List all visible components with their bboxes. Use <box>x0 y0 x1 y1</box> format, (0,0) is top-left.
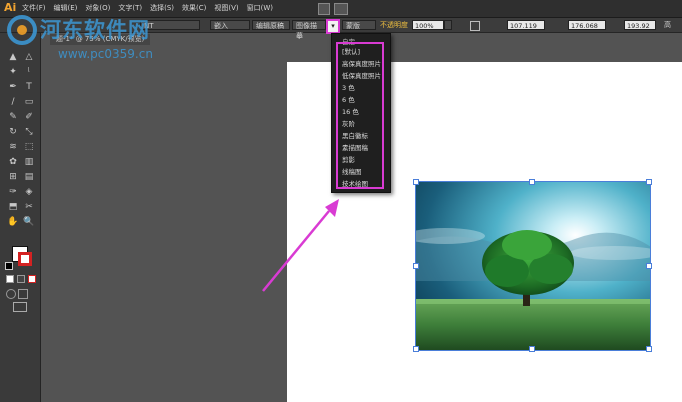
preset-item-sketched-art[interactable]: 素描图稿 <box>342 142 368 152</box>
menu-edit[interactable]: 编辑(E) <box>54 3 78 13</box>
gradient-tool-icon[interactable]: ▤ <box>22 172 36 183</box>
preset-item-6-colors[interactable]: 6 色 <box>342 94 355 104</box>
y-field[interactable]: 176.068 <box>568 20 606 30</box>
menu-file[interactable]: 文件(F) <box>22 3 46 13</box>
draw-inside-icon[interactable] <box>18 289 28 299</box>
hand-tool-icon[interactable]: ✋ <box>6 217 20 228</box>
watermark-url: www.pc0359.cn <box>58 47 153 61</box>
menu-effect[interactable]: 效果(C) <box>182 3 206 13</box>
annotation-arrow <box>262 199 339 292</box>
graph-tool-icon[interactable]: ▥ <box>22 157 36 168</box>
handle-bottom-left[interactable] <box>413 346 419 352</box>
selection-bounding-box[interactable] <box>415 181 651 351</box>
selection-tool-icon[interactable]: ▲ <box>6 52 20 63</box>
app-logo: Ai <box>4 1 17 14</box>
preset-dropdown-button[interactable]: ▾ <box>326 19 340 34</box>
warp-tool-icon[interactable]: ≋ <box>6 142 20 153</box>
type-tool-icon[interactable]: T <box>22 82 36 93</box>
preset-item-bw-logo[interactable]: 黑白徽标 <box>342 130 368 140</box>
symbol-sprayer-icon[interactable]: ✿ <box>6 157 20 168</box>
handle-top-left[interactable] <box>413 179 419 185</box>
pen-tool-icon[interactable]: ✒ <box>6 82 20 93</box>
eyedropper-icon[interactable]: ✑ <box>6 187 20 198</box>
menu-type[interactable]: 文字(T) <box>118 3 142 13</box>
reference-point-icon[interactable] <box>470 21 480 31</box>
none-mode-icon[interactable] <box>28 275 36 283</box>
image-trace-button[interactable]: 图像描摹 <box>292 20 326 40</box>
color-mode-icon[interactable] <box>6 275 14 283</box>
x-field[interactable]: 107.119 <box>507 20 545 30</box>
scale-tool-icon[interactable]: ⤡ <box>22 127 36 138</box>
handle-top-center[interactable] <box>529 179 535 185</box>
arrange-documents-icon[interactable] <box>334 3 348 15</box>
watermark-title: 河东软件网 <box>40 18 150 42</box>
opacity-label[interactable]: 不透明度 <box>380 20 408 30</box>
handle-middle-left[interactable] <box>413 263 419 269</box>
preset-item-silhouettes[interactable]: 剪影 <box>342 154 355 164</box>
opacity-field[interactable]: 100% <box>412 20 444 30</box>
embed-button[interactable]: 嵌入 <box>210 20 250 30</box>
width-field[interactable]: 193.92 <box>624 20 656 30</box>
draw-mode-icon[interactable] <box>6 289 16 299</box>
magic-wand-icon[interactable]: ✦ <box>6 67 20 78</box>
edit-original-button[interactable]: 编辑原稿 <box>252 20 290 30</box>
blend-tool-icon[interactable]: ◈ <box>22 187 36 198</box>
slice-tool-icon[interactable]: ✂ <box>22 202 36 213</box>
rotate-tool-icon[interactable]: ↻ <box>6 127 20 138</box>
pencil-icon[interactable]: ✐ <box>22 112 36 123</box>
preset-item-hifi-photo[interactable]: 高保真度照片 <box>342 58 381 68</box>
height-label: 高 <box>664 21 671 29</box>
menu-view[interactable]: 视图(V) <box>214 3 238 13</box>
line-tool-icon[interactable]: / <box>6 97 20 108</box>
stroke-swatch[interactable] <box>18 252 32 266</box>
direct-selection-tool-icon[interactable]: △ <box>22 52 36 63</box>
menu-window[interactable]: 窗口(W) <box>247 3 273 13</box>
screen-mode-icon[interactable] <box>13 302 27 312</box>
menu-select[interactable]: 选择(S) <box>150 3 174 13</box>
preset-item-grayscale[interactable]: 灰阶 <box>342 118 355 128</box>
preset-list-highlight: [默认] 高保真度照片 低保真度照片 3 色 6 色 16 色 灰阶 黑白徽标 … <box>336 42 384 189</box>
preset-item-lofi-photo[interactable]: 低保真度照片 <box>342 70 381 80</box>
preset-item-3-colors[interactable]: 3 色 <box>342 82 355 92</box>
preset-item-line-art[interactable]: 线稿图 <box>342 166 362 176</box>
handle-bottom-center[interactable] <box>529 346 535 352</box>
menu-items: 文件(F) 编辑(E) 对象(O) 文字(T) 选择(S) 效果(C) 视图(V… <box>22 3 273 13</box>
menu-object[interactable]: 对象(O) <box>85 3 110 13</box>
gradient-mode-icon[interactable] <box>17 275 25 283</box>
free-transform-icon[interactable]: ⬚ <box>22 142 36 153</box>
lasso-icon[interactable]: ᶩ <box>22 67 36 78</box>
preset-item-technical-drawing[interactable]: 技术绘图 <box>342 178 368 188</box>
bridge-icon[interactable] <box>318 3 330 15</box>
preset-item-16-colors[interactable]: 16 色 <box>342 106 359 116</box>
handle-bottom-right[interactable] <box>646 346 652 352</box>
default-colors-icon[interactable] <box>5 262 13 270</box>
artboard-tool-icon[interactable]: ⬒ <box>6 202 20 213</box>
preset-item-default[interactable]: [默认] <box>342 46 360 56</box>
zoom-tool-icon[interactable]: 🔍 <box>22 217 36 228</box>
mesh-tool-icon[interactable]: ⊞ <box>6 172 20 183</box>
handle-middle-right[interactable] <box>646 263 652 269</box>
paintbrush-icon[interactable]: ✎ <box>6 112 20 123</box>
rectangle-tool-icon[interactable]: ▭ <box>22 97 36 108</box>
watermark-logo <box>7 15 37 45</box>
opacity-dropdown-icon[interactable] <box>444 20 452 30</box>
handle-top-right[interactable] <box>646 179 652 185</box>
mask-button[interactable]: 蒙版 <box>342 20 376 30</box>
